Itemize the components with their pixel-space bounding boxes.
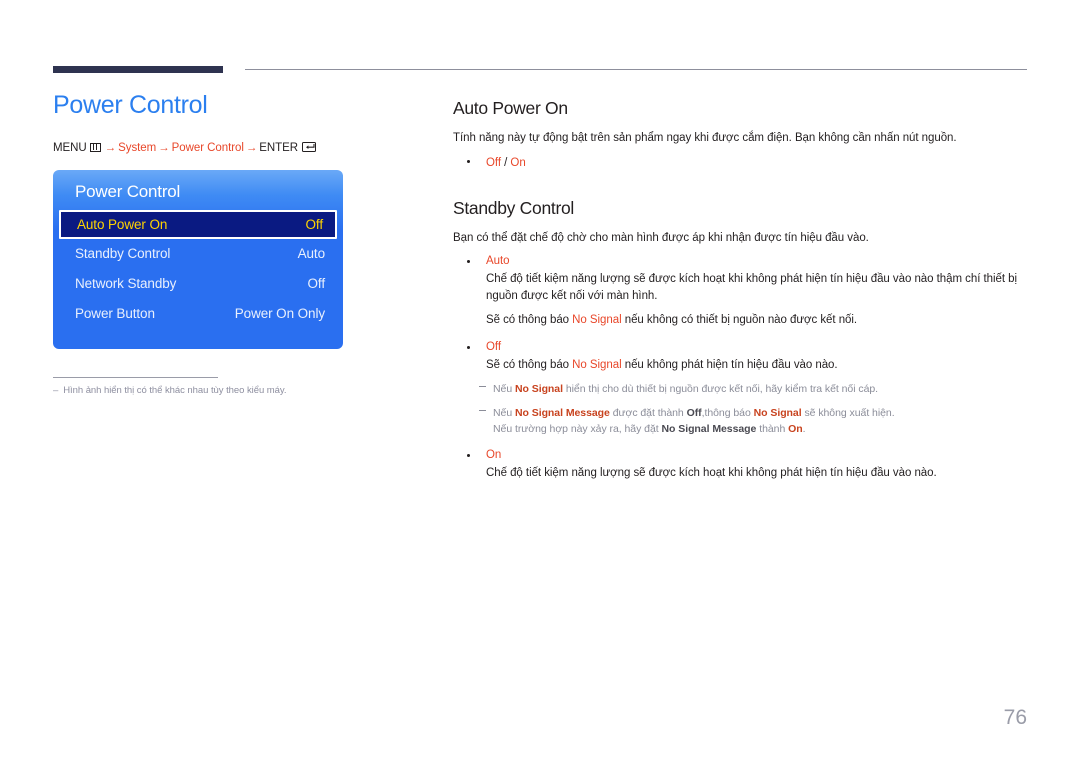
page-number: 76 [1003,706,1027,729]
breadcrumb-menu-label: MENU [53,141,87,154]
breadcrumb-item-system[interactable]: System [118,142,156,154]
text-post: nếu không có thiết bị nguồn nào được kết… [621,313,858,326]
note-text-1: Nếu [493,406,515,419]
text-pre: Sẽ có thông báo [486,313,573,326]
right-column: Auto Power On Tính năng này tự động bật … [453,98,1028,483]
highlight-no-signal: No Signal [514,383,563,396]
footnote-divider [53,376,218,378]
option-off: Off [486,156,501,169]
note-text-6: thành [756,422,789,435]
section-intro-standby-control: Bạn có thể đặt chế độ chờ cho màn hình đ… [453,232,869,245]
osd-row-standby-control[interactable]: Standby Control Auto [53,239,343,269]
osd-row-auto-power-on[interactable]: Auto Power On Off [59,209,337,239]
option-on-description: Chế độ tiết kiệm năng lượng sẽ được kích… [486,467,937,480]
osd-row-value: Off [305,216,324,232]
left-column: Power Control MENU → System → Power Control →… [53,91,413,396]
footnote-dash: – [53,384,59,396]
text-pre: Sẽ có thông báo [486,359,573,372]
note-line-1: Nếu No Signal Message được đặt thành Off… [493,405,1028,421]
osd-row-label: Standby Control [75,246,171,261]
section-intro-auto-power-on: Tính năng này tự động bật trên sản phẩm … [453,132,957,144]
highlight-no-signal: No Signal [753,406,802,419]
header-accent-bar [53,66,223,73]
osd-row-value: Off [307,276,326,291]
note-line-2: Nếu trường hợp này xảy ra, hãy đặt No Si… [493,421,1028,437]
osd-panel-title: Power Control [75,181,181,201]
footnote-body: Hình ảnh hiển thị có thể khác nhau tùy t… [63,384,287,396]
text-post: nếu không phát hiện tín hiệu đầu vào nào… [621,359,838,372]
list-item: Off / On [453,153,1028,172]
menu-bars-icon [89,142,101,152]
enter-key-icon [302,141,317,152]
breadcrumb-arrow-1: → [104,141,117,154]
osd-row-network-standby[interactable]: Network Standby Off [53,269,343,299]
option-auto: Auto [486,254,510,267]
breadcrumb-arrow-3: → [245,141,258,154]
list-item: On Chế độ tiết kiệm năng lượng sẽ được k… [453,447,1028,483]
osd-row-label: Network Standby [75,276,177,291]
option-on: On [510,156,526,169]
note-text-2: được đặt thành [609,406,687,419]
section-heading-auto-power-on: Auto Power On [453,98,568,118]
footnote-block: – Hình ảnh hiển thị có thể khác nhau tùy … [53,376,303,396]
breadcrumb-item-power-control[interactable]: Power Control [172,142,244,154]
highlight-no-signal: No Signal [572,313,622,326]
list-item: Auto Chế độ tiết kiệm năng lượng sẽ được… [453,253,1028,329]
page-title: Power Control [53,91,208,119]
highlight-no-signal-message: No Signal Message [661,422,757,435]
note-text-1: Nếu [493,383,515,396]
highlight-no-signal-message: No Signal Message [514,406,610,419]
highlight-on: On [788,422,803,435]
note-text-4: sẽ không xuất hiện. [801,406,895,419]
osd-row-power-button[interactable]: Power Button Power On Only [53,299,343,329]
osd-menu-panel: Power Control Auto Power On Off Standby … [53,169,343,349]
osd-row-label: Auto Power On [77,216,168,232]
breadcrumb-enter-label: ENTER [259,141,299,154]
option-off-description: Sẽ có thông báo No Signal nếu không phát… [486,357,1028,374]
list-item: Off Sẽ có thông báo No Signal nếu không … [453,339,1028,375]
option-auto-note: Sẽ có thông báo No Signal nếu không có t… [486,312,1028,329]
osd-row-label: Power Button [75,306,155,321]
header-divider-line [245,69,1027,70]
highlight-no-signal: No Signal [572,359,622,372]
option-off: Off [486,340,501,353]
section-heading-standby-control: Standby Control [453,198,574,219]
note-text-5: Nếu trường hợp này xảy ra, hãy đặt [493,422,662,435]
option-separator: / [500,156,511,169]
osd-row-value: Auto [297,246,325,261]
option-auto-description: Chế độ tiết kiệm năng lượng sẽ được kích… [486,273,1017,303]
note-item: Nếu No Signal Message được đặt thành Off… [453,405,1028,438]
note-text-3: ,thông báo [701,406,754,419]
breadcrumb-arrow-2: → [158,141,170,154]
note-item: Nếu No Signal hiển thị cho dù thiết bị n… [453,381,1028,397]
option-on: On [486,449,502,462]
note-text-7: . [802,422,806,435]
footnote-text: – Hình ảnh hiển thị có thể khác nhau tùy … [53,385,303,396]
breadcrumb: MENU → System → Power Control → ENTER [53,141,413,154]
osd-row-value: Power On Only [234,306,325,321]
highlight-off: Off [686,406,702,419]
note-text-2: hiển thị cho dù thiết bị nguồn được kết … [562,383,879,396]
